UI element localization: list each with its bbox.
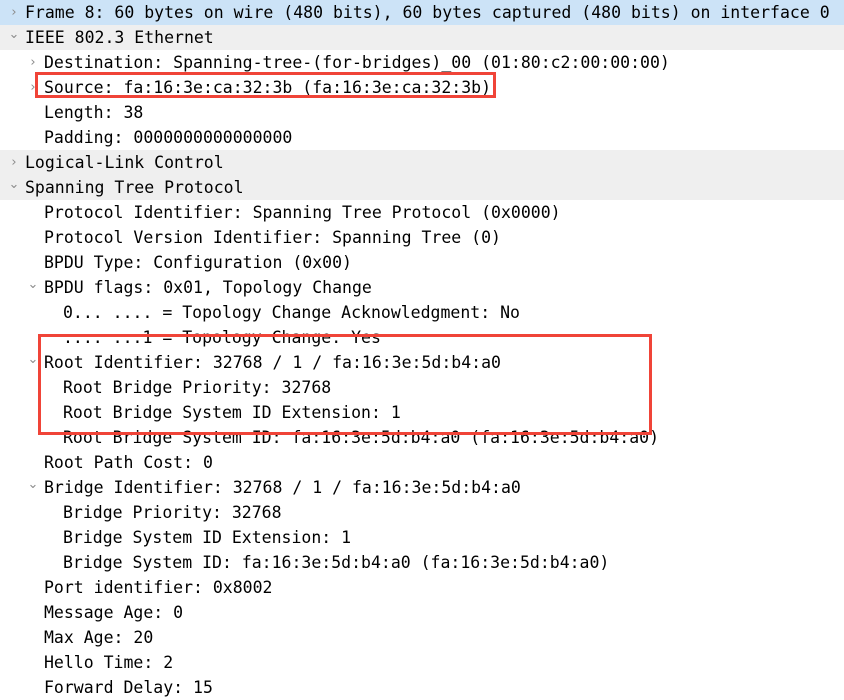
packet-detail-label: BPDU flags: 0x01, Topology Change [44, 278, 372, 297]
packet-details-tree[interactable]: Frame 8: 60 bytes on wire (480 bits), 60… [0, 0, 844, 700]
no-twisty-spacer [25, 625, 41, 650]
packet-detail-label: BPDU Type: Configuration (0x00) [44, 253, 352, 272]
packet-detail-label: Protocol Version Identifier: Spanning Tr… [44, 228, 501, 247]
packet-detail-row[interactable]: BPDU Type: Configuration (0x00) [0, 250, 844, 275]
packet-detail-row[interactable]: Bridge Identifier: 32768 / 1 / fa:16:3e:… [0, 475, 844, 500]
packet-detail-label: Root Path Cost: 0 [44, 453, 213, 472]
no-twisty-spacer [25, 225, 41, 250]
packet-detail-label: Source: fa:16:3e:ca:32:3b (fa:16:3e:ca:3… [44, 78, 492, 97]
packet-detail-label: Root Bridge System ID: fa:16:3e:5d:b4:a0… [63, 428, 660, 447]
packet-detail-label: Spanning Tree Protocol [25, 178, 244, 197]
packet-detail-row[interactable]: IEEE 802.3 Ethernet [0, 25, 844, 50]
chevron-right-icon[interactable] [25, 50, 41, 75]
no-twisty-spacer [44, 525, 60, 550]
packet-detail-label: Root Bridge System ID Extension: 1 [63, 403, 401, 422]
packet-detail-row[interactable]: 0... .... = Topology Change Acknowledgme… [0, 300, 844, 325]
packet-detail-row[interactable]: Frame 8: 60 bytes on wire (480 bits), 60… [0, 0, 844, 25]
packet-detail-row[interactable]: Spanning Tree Protocol [0, 175, 844, 200]
no-twisty-spacer [25, 125, 41, 150]
chevron-right-icon[interactable] [6, 150, 22, 175]
packet-detail-label: Protocol Identifier: Spanning Tree Proto… [44, 203, 561, 222]
packet-detail-label: Port identifier: 0x8002 [44, 578, 273, 597]
packet-detail-row[interactable]: Protocol Identifier: Spanning Tree Proto… [0, 200, 844, 225]
no-twisty-spacer [25, 575, 41, 600]
chevron-down-icon[interactable] [25, 475, 41, 500]
packet-detail-label: Padding: 0000000000000000 [44, 128, 293, 147]
no-twisty-spacer [25, 200, 41, 225]
no-twisty-spacer [44, 425, 60, 450]
packet-detail-row[interactable]: Root Identifier: 32768 / 1 / fa:16:3e:5d… [0, 350, 844, 375]
packet-detail-row[interactable]: Root Bridge System ID: fa:16:3e:5d:b4:a0… [0, 425, 844, 450]
packet-detail-label: Frame 8: 60 bytes on wire (480 bits), 60… [25, 3, 830, 22]
packet-detail-row[interactable]: Message Age: 0 [0, 600, 844, 625]
no-twisty-spacer [44, 500, 60, 525]
packet-detail-label: Hello Time: 2 [44, 653, 174, 672]
packet-detail-label: IEEE 802.3 Ethernet [25, 28, 214, 47]
packet-detail-label: Destination: Spanning-tree-(for-bridges)… [44, 53, 670, 72]
no-twisty-spacer [25, 600, 41, 625]
packet-detail-label: .... ...1 = Topology Change: Yes [63, 328, 381, 347]
packet-detail-label: Max Age: 20 [44, 628, 154, 647]
no-twisty-spacer [44, 400, 60, 425]
packet-detail-row[interactable]: Length: 38 [0, 100, 844, 125]
packet-detail-label: Bridge System ID Extension: 1 [63, 528, 352, 547]
chevron-down-icon[interactable] [6, 175, 22, 200]
no-twisty-spacer [25, 675, 41, 700]
no-twisty-spacer [25, 450, 41, 475]
packet-detail-label: Forward Delay: 15 [44, 678, 213, 697]
packet-detail-label: Bridge Priority: 32768 [63, 503, 282, 522]
packet-detail-row[interactable]: Forward Delay: 15 [0, 675, 844, 700]
chevron-right-icon[interactable] [25, 75, 41, 100]
no-twisty-spacer [44, 325, 60, 350]
chevron-right-icon[interactable] [6, 0, 22, 25]
chevron-down-icon[interactable] [25, 275, 41, 300]
no-twisty-spacer [44, 375, 60, 400]
packet-detail-row[interactable]: Root Bridge Priority: 32768 [0, 375, 844, 400]
packet-detail-row[interactable]: Hello Time: 2 [0, 650, 844, 675]
packet-detail-row[interactable]: Bridge Priority: 32768 [0, 500, 844, 525]
no-twisty-spacer [25, 100, 41, 125]
packet-detail-row[interactable]: Port identifier: 0x8002 [0, 575, 844, 600]
packet-detail-label: Root Bridge Priority: 32768 [63, 378, 332, 397]
packet-detail-label: 0... .... = Topology Change Acknowledgme… [63, 303, 520, 322]
packet-detail-label: Root Identifier: 32768 / 1 / fa:16:3e:5d… [44, 353, 501, 372]
packet-detail-label: Message Age: 0 [44, 603, 184, 622]
packet-detail-label: Logical-Link Control [25, 153, 224, 172]
packet-detail-row[interactable]: Destination: Spanning-tree-(for-bridges)… [0, 50, 844, 75]
packet-detail-row[interactable]: Source: fa:16:3e:ca:32:3b (fa:16:3e:ca:3… [0, 75, 844, 100]
chevron-down-icon[interactable] [6, 25, 22, 50]
packet-detail-row[interactable]: Protocol Version Identifier: Spanning Tr… [0, 225, 844, 250]
packet-detail-label: Bridge Identifier: 32768 / 1 / fa:16:3e:… [44, 478, 521, 497]
packet-detail-row[interactable]: .... ...1 = Topology Change: Yes [0, 325, 844, 350]
packet-detail-label: Length: 38 [44, 103, 144, 122]
packet-detail-row[interactable]: Root Path Cost: 0 [0, 450, 844, 475]
packet-detail-label: Bridge System ID: fa:16:3e:5d:b4:a0 (fa:… [63, 553, 610, 572]
packet-detail-row[interactable]: BPDU flags: 0x01, Topology Change [0, 275, 844, 300]
packet-detail-row[interactable]: Root Bridge System ID Extension: 1 [0, 400, 844, 425]
packet-detail-row[interactable]: Max Age: 20 [0, 625, 844, 650]
packet-detail-row[interactable]: Bridge System ID Extension: 1 [0, 525, 844, 550]
packet-detail-row[interactable]: Bridge System ID: fa:16:3e:5d:b4:a0 (fa:… [0, 550, 844, 575]
packet-detail-row[interactable]: Logical-Link Control [0, 150, 844, 175]
no-twisty-spacer [25, 650, 41, 675]
chevron-down-icon[interactable] [25, 350, 41, 375]
no-twisty-spacer [44, 550, 60, 575]
no-twisty-spacer [25, 250, 41, 275]
no-twisty-spacer [44, 300, 60, 325]
packet-detail-row[interactable]: Padding: 0000000000000000 [0, 125, 844, 150]
